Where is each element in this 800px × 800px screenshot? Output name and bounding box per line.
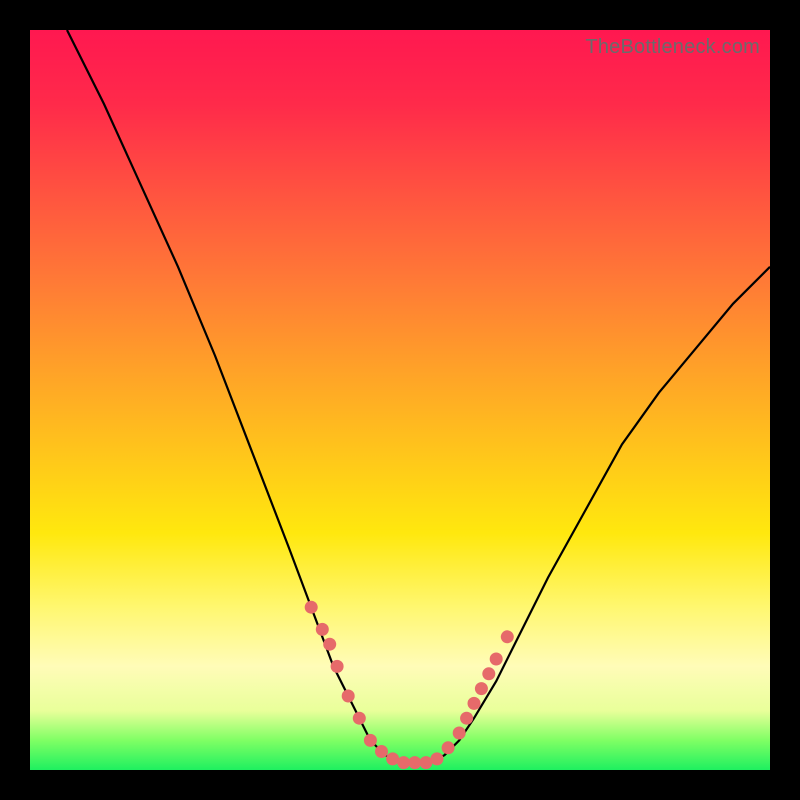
highlight-dot: [490, 653, 503, 666]
highlight-dot: [305, 601, 318, 614]
highlight-dot: [386, 752, 399, 765]
highlighted-dots-group: [305, 601, 514, 769]
highlight-dot: [482, 667, 495, 680]
highlight-dot: [442, 741, 455, 754]
highlight-dot: [397, 756, 410, 769]
highlight-dot: [453, 727, 466, 740]
highlight-dot: [468, 697, 481, 710]
highlight-dot: [364, 734, 377, 747]
highlight-dot: [460, 712, 473, 725]
highlight-dot: [431, 752, 444, 765]
bottleneck-curve: [67, 30, 770, 763]
highlight-dot: [501, 630, 514, 643]
highlight-dot: [331, 660, 344, 673]
highlight-dot: [342, 690, 355, 703]
chart-frame: TheBottleneck.com: [30, 30, 770, 770]
chart-svg: [30, 30, 770, 770]
highlight-dot: [419, 756, 432, 769]
highlight-dot: [475, 682, 488, 695]
highlight-dot: [353, 712, 366, 725]
highlight-dot: [375, 745, 388, 758]
highlight-dot: [408, 756, 421, 769]
highlight-dot: [323, 638, 336, 651]
watermark-text: TheBottleneck.com: [585, 36, 760, 59]
highlight-dot: [316, 623, 329, 636]
